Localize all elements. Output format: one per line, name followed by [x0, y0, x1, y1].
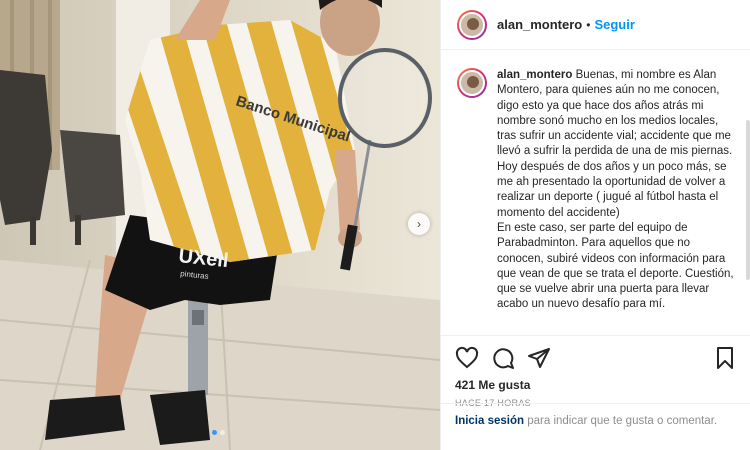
- follow-button[interactable]: Seguir: [594, 17, 634, 32]
- next-photo-button[interactable]: ›: [408, 213, 430, 235]
- caption-area: alan_montero Buenas, mi nombre es Alan M…: [441, 50, 750, 335]
- separator-dot: •: [586, 17, 591, 32]
- bookmark-icon[interactable]: [713, 346, 737, 370]
- caption-scrollbar[interactable]: [746, 120, 750, 280]
- heart-icon[interactable]: [455, 346, 479, 370]
- login-prompt-text: para indicar que te gusta o comentar.: [524, 415, 718, 427]
- carousel-dots: [212, 430, 225, 435]
- carousel-dot: [220, 430, 225, 435]
- photo-illustration: Banco Municipal UXell pinturas: [0, 0, 440, 450]
- chevron-right-icon: ›: [417, 217, 421, 231]
- post-side-panel: alan_montero • Seguir alan_montero Buena…: [440, 0, 750, 450]
- login-link[interactable]: Inicia sesión: [455, 415, 524, 427]
- login-prompt: Inicia sesión para indicar que te gusta …: [441, 403, 750, 438]
- username-link[interactable]: alan_montero: [497, 17, 582, 32]
- carousel-dot-active: [212, 430, 217, 435]
- avatar[interactable]: [457, 9, 487, 40]
- likes-count[interactable]: 421 Me gusta: [455, 378, 737, 392]
- share-icon[interactable]: [527, 346, 551, 370]
- instagram-post-window: Banco Municipal UXell pinturas › alan_mo…: [0, 0, 750, 450]
- caption-avatar[interactable]: [457, 68, 487, 98]
- post-caption: alan_montero Buenas, mi nombre es Alan M…: [497, 68, 737, 335]
- post-photo[interactable]: Banco Municipal UXell pinturas ›: [0, 0, 440, 450]
- comment-icon[interactable]: [491, 346, 515, 370]
- post-header: alan_montero • Seguir: [441, 0, 750, 50]
- caption-text: Buenas, mi nombre es Alan Montero, para …: [497, 69, 734, 311]
- caption-username-link[interactable]: alan_montero: [497, 69, 572, 81]
- action-icons: [455, 346, 737, 370]
